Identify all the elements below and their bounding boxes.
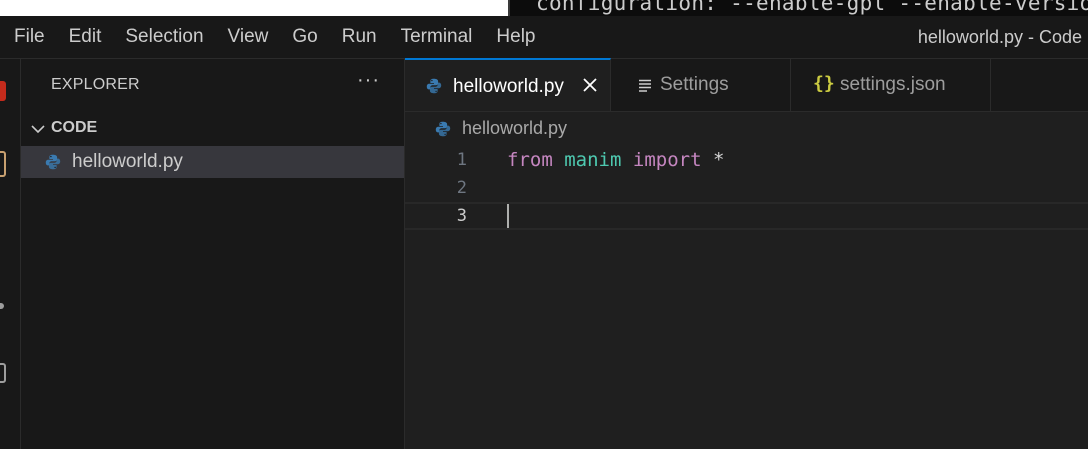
explorer-title: EXPLORER (51, 76, 140, 93)
menu-edit[interactable]: Edit (57, 16, 114, 58)
menu-selection[interactable]: Selection (113, 16, 215, 58)
search-activity-icon[interactable] (0, 151, 6, 177)
code-line[interactable]: 1 from manim import * (405, 146, 1088, 174)
settings-list-icon (639, 79, 651, 92)
line-number: 3 (456, 206, 467, 226)
keyword-token: from (507, 149, 553, 171)
breadcrumb: helloworld.py (405, 112, 1088, 146)
file-tree-item-label: helloworld.py (72, 151, 183, 172)
workspace-section-label: CODE (51, 119, 98, 136)
tab-settings[interactable]: Settings (611, 59, 791, 111)
tab-label: Settings (660, 74, 729, 95)
tab-settings-json[interactable]: {} settings.json (791, 59, 991, 111)
menu-run[interactable]: Run (330, 16, 389, 58)
chevron-down-icon (31, 125, 45, 134)
file-tree-item[interactable]: helloworld.py (21, 146, 404, 178)
background-terminal-text: configuration: --enable-gpl --enable-ver… (536, 0, 1088, 15)
code-editor[interactable]: 1 from manim import * 2 3 (405, 146, 1088, 449)
python-file-icon (45, 154, 61, 170)
explorer-sidebar: EXPLORER ··· CODE helloworld.py (21, 59, 405, 449)
operator-token: * (701, 149, 725, 171)
more-actions-icon[interactable]: ··· (357, 69, 380, 92)
tab-label: settings.json (840, 74, 946, 95)
python-file-icon (435, 121, 451, 137)
line-number: 2 (456, 178, 467, 198)
menu-view[interactable]: View (216, 16, 281, 58)
keyword-token: import (632, 149, 702, 171)
menu-terminal[interactable]: Terminal (389, 16, 485, 58)
menu-file[interactable]: File (2, 16, 57, 58)
menu-go[interactable]: Go (280, 16, 329, 58)
background-window-strip: configuration: --enable-gpl --enable-ver… (0, 0, 1088, 16)
background-terminal: configuration: --enable-gpl --enable-ver… (508, 0, 1088, 16)
module-token: manim (564, 149, 622, 171)
tab-helloworld-py[interactable]: helloworld.py (405, 58, 611, 111)
breadcrumb-file[interactable]: helloworld.py (462, 118, 567, 139)
debug-activity-icon[interactable] (0, 303, 4, 309)
vscode-window: configuration: --enable-gpl --enable-ver… (0, 0, 1088, 449)
menu-help[interactable]: Help (484, 16, 547, 58)
code-line[interactable]: 2 (405, 174, 1088, 202)
close-icon[interactable] (579, 74, 601, 96)
line-content: from manim import * (507, 146, 724, 174)
line-number: 1 (456, 150, 467, 170)
activity-bar (0, 59, 21, 449)
json-braces-icon: {} (813, 73, 835, 94)
menu-bar: File Edit Selection View Go Run Terminal… (0, 16, 1088, 59)
window-title: helloworld.py - Code (917, 27, 1082, 47)
text-cursor (507, 204, 509, 228)
editor-tab-bar: helloworld.py Settings {} settings.json (405, 58, 1088, 112)
workspace-section-header[interactable]: CODE (21, 117, 404, 143)
current-code-line[interactable]: 3 (405, 202, 1088, 230)
menu-items: File Edit Selection View Go Run Terminal… (2, 16, 548, 58)
explorer-activity-icon[interactable] (0, 81, 6, 101)
tab-label: helloworld.py (453, 76, 564, 97)
python-file-icon (426, 78, 442, 94)
extensions-activity-icon[interactable] (0, 363, 6, 383)
